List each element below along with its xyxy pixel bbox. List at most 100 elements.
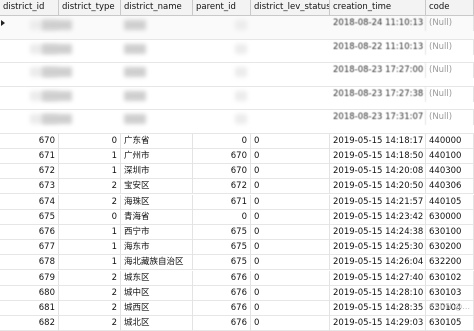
creation-time-cell[interactable]: 2019-05-15 14:23:42	[330, 209, 426, 225]
district-id-cell[interactable]: 678	[0, 255, 59, 271]
district-type-cell[interactable]: 1	[59, 255, 121, 271]
district-lev-status-cell[interactable]: 0	[251, 194, 330, 210]
table-row[interactable]: 682 2 城北区 676 0 2019-05-15 14:29:03 630105	[0, 316, 474, 331]
table-row-obscured[interactable]: 2018-08-23 17:27:38 (Null)	[0, 86, 474, 111]
col-header-creation-time[interactable]: creation_time	[330, 0, 426, 15]
district-lev-status-cell[interactable]: 0	[251, 149, 330, 164]
district-type-cell[interactable]: 1	[59, 164, 121, 180]
district-lev-status-cell[interactable]: 0	[251, 164, 330, 180]
district-lev-status-cell[interactable]: 0	[251, 316, 330, 331]
parent-id-cell[interactable]: 0	[193, 133, 251, 149]
col-header-district-type[interactable]: district_type	[59, 0, 121, 15]
table-row[interactable]: 671 1 广州市 670 0 2019-05-15 14:18:50 440100	[0, 149, 474, 164]
district-id-cell[interactable]: 680	[0, 285, 59, 301]
table-row[interactable]: 681 2 城西区 676 0 2019-05-15 14:28:35 630104	[0, 301, 474, 316]
district-id-cell[interactable]: 677	[0, 240, 59, 256]
creation-time-cell[interactable]: 2019-05-15 14:18:50	[330, 149, 426, 164]
creation-time-cell[interactable]: 2019-05-15 14:18:17	[330, 133, 426, 149]
district-name-cell[interactable]: 西宁市	[121, 225, 193, 240]
district-lev-status-cell[interactable]: 0	[251, 270, 330, 286]
district-lev-status-cell[interactable]: 0	[251, 240, 330, 256]
district-id-cell[interactable]: 679	[0, 270, 59, 286]
district-name-cell[interactable]: 宝安区	[121, 179, 193, 195]
creation-time-cell[interactable]: 2019-05-15 14:24:38	[330, 225, 426, 240]
creation-time-cell[interactable]: 2019-05-15 14:20:50	[330, 179, 426, 195]
code-cell[interactable]: 630100	[426, 225, 474, 240]
district-name-cell[interactable]: 深圳市	[121, 164, 193, 180]
code-cell[interactable]: 440306	[426, 179, 474, 195]
col-header-parent-id[interactable]: parent_id	[193, 0, 251, 15]
district-id-cell[interactable]: 670	[0, 133, 59, 149]
creation-time-cell[interactable]: 2019-05-15 14:27:40	[330, 270, 426, 286]
table-row[interactable]: 680 2 城中区 676 0 2019-05-15 14:28:10 630103	[0, 285, 474, 301]
district-lev-status-cell[interactable]: 0	[251, 255, 330, 271]
district-lev-status-cell[interactable]: 0	[251, 179, 330, 195]
col-header-district-name[interactable]: district_name	[121, 0, 193, 15]
parent-id-cell[interactable]: 676	[193, 285, 251, 301]
table-row[interactable]: 676 1 西宁市 675 0 2019-05-15 14:24:38 630100	[0, 225, 474, 240]
district-name-cell[interactable]: 城东区	[121, 270, 193, 286]
district-name-cell[interactable]: 广州市	[121, 149, 193, 164]
district-type-cell[interactable]: 2	[59, 316, 121, 331]
district-name-cell[interactable]: 海北藏族自治区	[121, 255, 193, 271]
table-row-obscured[interactable]: 2018-08-24 11:10:13 (Null)	[0, 16, 474, 40]
district-type-cell[interactable]: 2	[59, 270, 121, 286]
code-cell[interactable]: 632200	[426, 255, 474, 271]
parent-id-cell[interactable]: 675	[193, 225, 251, 240]
district-type-cell[interactable]: 1	[59, 240, 121, 256]
table-row[interactable]: 677 1 海东市 675 0 2019-05-15 14:25:30 630200	[0, 240, 474, 256]
district-name-cell[interactable]: 海东市	[121, 240, 193, 256]
parent-id-cell[interactable]: 675	[193, 255, 251, 271]
creation-time-cell[interactable]: 2019-05-15 14:28:35	[330, 301, 426, 316]
parent-id-cell[interactable]: 675	[193, 240, 251, 256]
district-name-cell[interactable]: 城北区	[121, 316, 193, 331]
creation-time-cell[interactable]: 2019-05-15 14:26:04	[330, 255, 426, 271]
parent-id-cell[interactable]: 676	[193, 301, 251, 316]
district-type-cell[interactable]: 0	[59, 209, 121, 225]
district-lev-status-cell[interactable]: 0	[251, 209, 330, 225]
code-cell[interactable]: 440000	[426, 133, 474, 149]
district-type-cell[interactable]: 0	[59, 133, 121, 149]
district-name-cell[interactable]: 广东省	[121, 133, 193, 149]
district-id-cell[interactable]: 676	[0, 225, 59, 240]
parent-id-cell[interactable]: 671	[193, 194, 251, 210]
col-header-district-id[interactable]: district_id	[0, 0, 59, 15]
code-cell[interactable]: 630105	[426, 316, 474, 331]
code-cell[interactable]: 630000	[426, 209, 474, 225]
col-header-code[interactable]: code	[426, 0, 474, 15]
parent-id-cell[interactable]: 0	[193, 209, 251, 225]
code-cell[interactable]: 440105	[426, 194, 474, 210]
table-row[interactable]: 670 0 广东省 0 0 2019-05-15 14:18:17 440000	[0, 133, 474, 149]
creation-time-cell[interactable]: 2019-05-15 14:20:08	[330, 164, 426, 180]
district-lev-status-cell[interactable]: 0	[251, 133, 330, 149]
parent-id-cell[interactable]: 670	[193, 164, 251, 180]
code-cell[interactable]: 440100	[426, 149, 474, 164]
district-type-cell[interactable]: 2	[59, 194, 121, 210]
table-row-obscured[interactable]: 2018-08-22 11:10:13 (Null)	[0, 39, 474, 64]
col-header-district-lev-status[interactable]: district_lev_status	[251, 0, 330, 15]
district-type-cell[interactable]: 2	[59, 301, 121, 316]
table-row-obscured[interactable]: 2018-08-23 17:27:00 (Null)	[0, 63, 474, 87]
table-row[interactable]: 674 2 海珠区 671 0 2019-05-15 14:21:57 440105	[0, 194, 474, 210]
table-row[interactable]: 672 1 深圳市 670 0 2019-05-15 14:20:08 440300	[0, 164, 474, 180]
code-cell[interactable]: 630102	[426, 270, 474, 286]
code-cell[interactable]: 630103	[426, 285, 474, 301]
parent-id-cell[interactable]: 670	[193, 149, 251, 164]
parent-id-cell[interactable]: 676	[193, 270, 251, 286]
code-cell[interactable]: 630200	[426, 240, 474, 256]
table-row[interactable]: 679 2 城东区 676 0 2019-05-15 14:27:40 630102	[0, 270, 474, 286]
district-id-cell[interactable]: 682	[0, 316, 59, 331]
table-row[interactable]: 678 1 海北藏族自治区 675 0 2019-05-15 14:26:04 632200	[0, 255, 474, 271]
district-id-cell[interactable]: 671	[0, 149, 59, 164]
district-name-cell[interactable]: 青海省	[121, 209, 193, 225]
creation-time-cell[interactable]: 2019-05-15 14:28:10	[330, 285, 426, 301]
table-row[interactable]: 673 2 宝安区 672 0 2019-05-15 14:20:50 440306	[0, 179, 474, 195]
district-id-cell[interactable]: 675	[0, 209, 59, 225]
creation-time-cell[interactable]: 2019-05-15 14:25:30	[330, 240, 426, 256]
table-row[interactable]: 675 0 青海省 0 0 2019-05-15 14:23:42 630000	[0, 209, 474, 225]
code-cell[interactable]: 440300	[426, 164, 474, 180]
table-row-obscured[interactable]: 2018-08-23 17:31:07 (Null)	[0, 110, 474, 134]
parent-id-cell[interactable]: 672	[193, 179, 251, 195]
district-id-cell[interactable]: 674	[0, 194, 59, 210]
district-lev-status-cell[interactable]: 0	[251, 285, 330, 301]
